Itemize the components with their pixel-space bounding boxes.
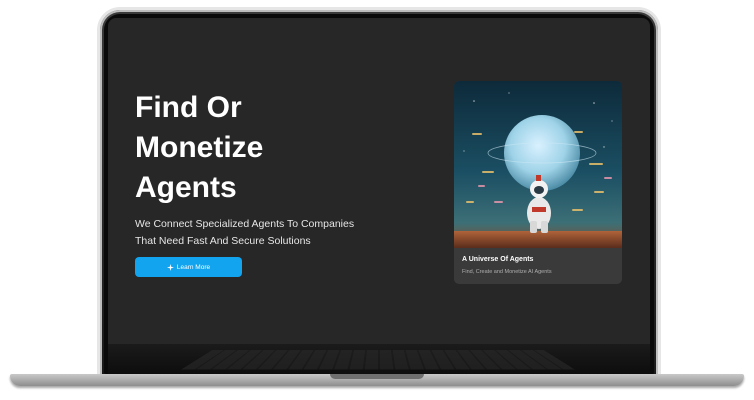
learn-more-label: Learn More <box>176 263 211 271</box>
hero-subtitle: We Connect Specialized Agents To Compani… <box>135 216 395 250</box>
hero-title-line: Agents <box>135 171 237 204</box>
hero-title-line: Monetize <box>135 131 264 164</box>
hero-subtitle-line: That Need Fast And Secure Solutions <box>135 235 311 247</box>
laptop-screen: Find Or Monetize Agents We Connect Speci… <box>108 18 650 344</box>
learn-more-button[interactable]: Learn More <box>135 257 242 277</box>
hero-title-line: Find Or <box>135 91 242 124</box>
hero-title: Find Or Monetize Agents <box>135 88 375 208</box>
card-description: Find, Create and Monetize AI Agents <box>462 269 552 275</box>
keyboard-reflection <box>108 344 650 374</box>
agent-card[interactable]: A Universe Of Agents Find, Create and Mo… <box>454 81 622 284</box>
hero-subtitle-line: We Connect Specialized Agents To Compani… <box>135 218 355 230</box>
sparkle-icon <box>166 263 174 271</box>
card-title: A Universe Of Agents <box>462 256 534 263</box>
laptop-base-notch <box>330 374 424 379</box>
astronaut-planet-image <box>454 81 622 248</box>
